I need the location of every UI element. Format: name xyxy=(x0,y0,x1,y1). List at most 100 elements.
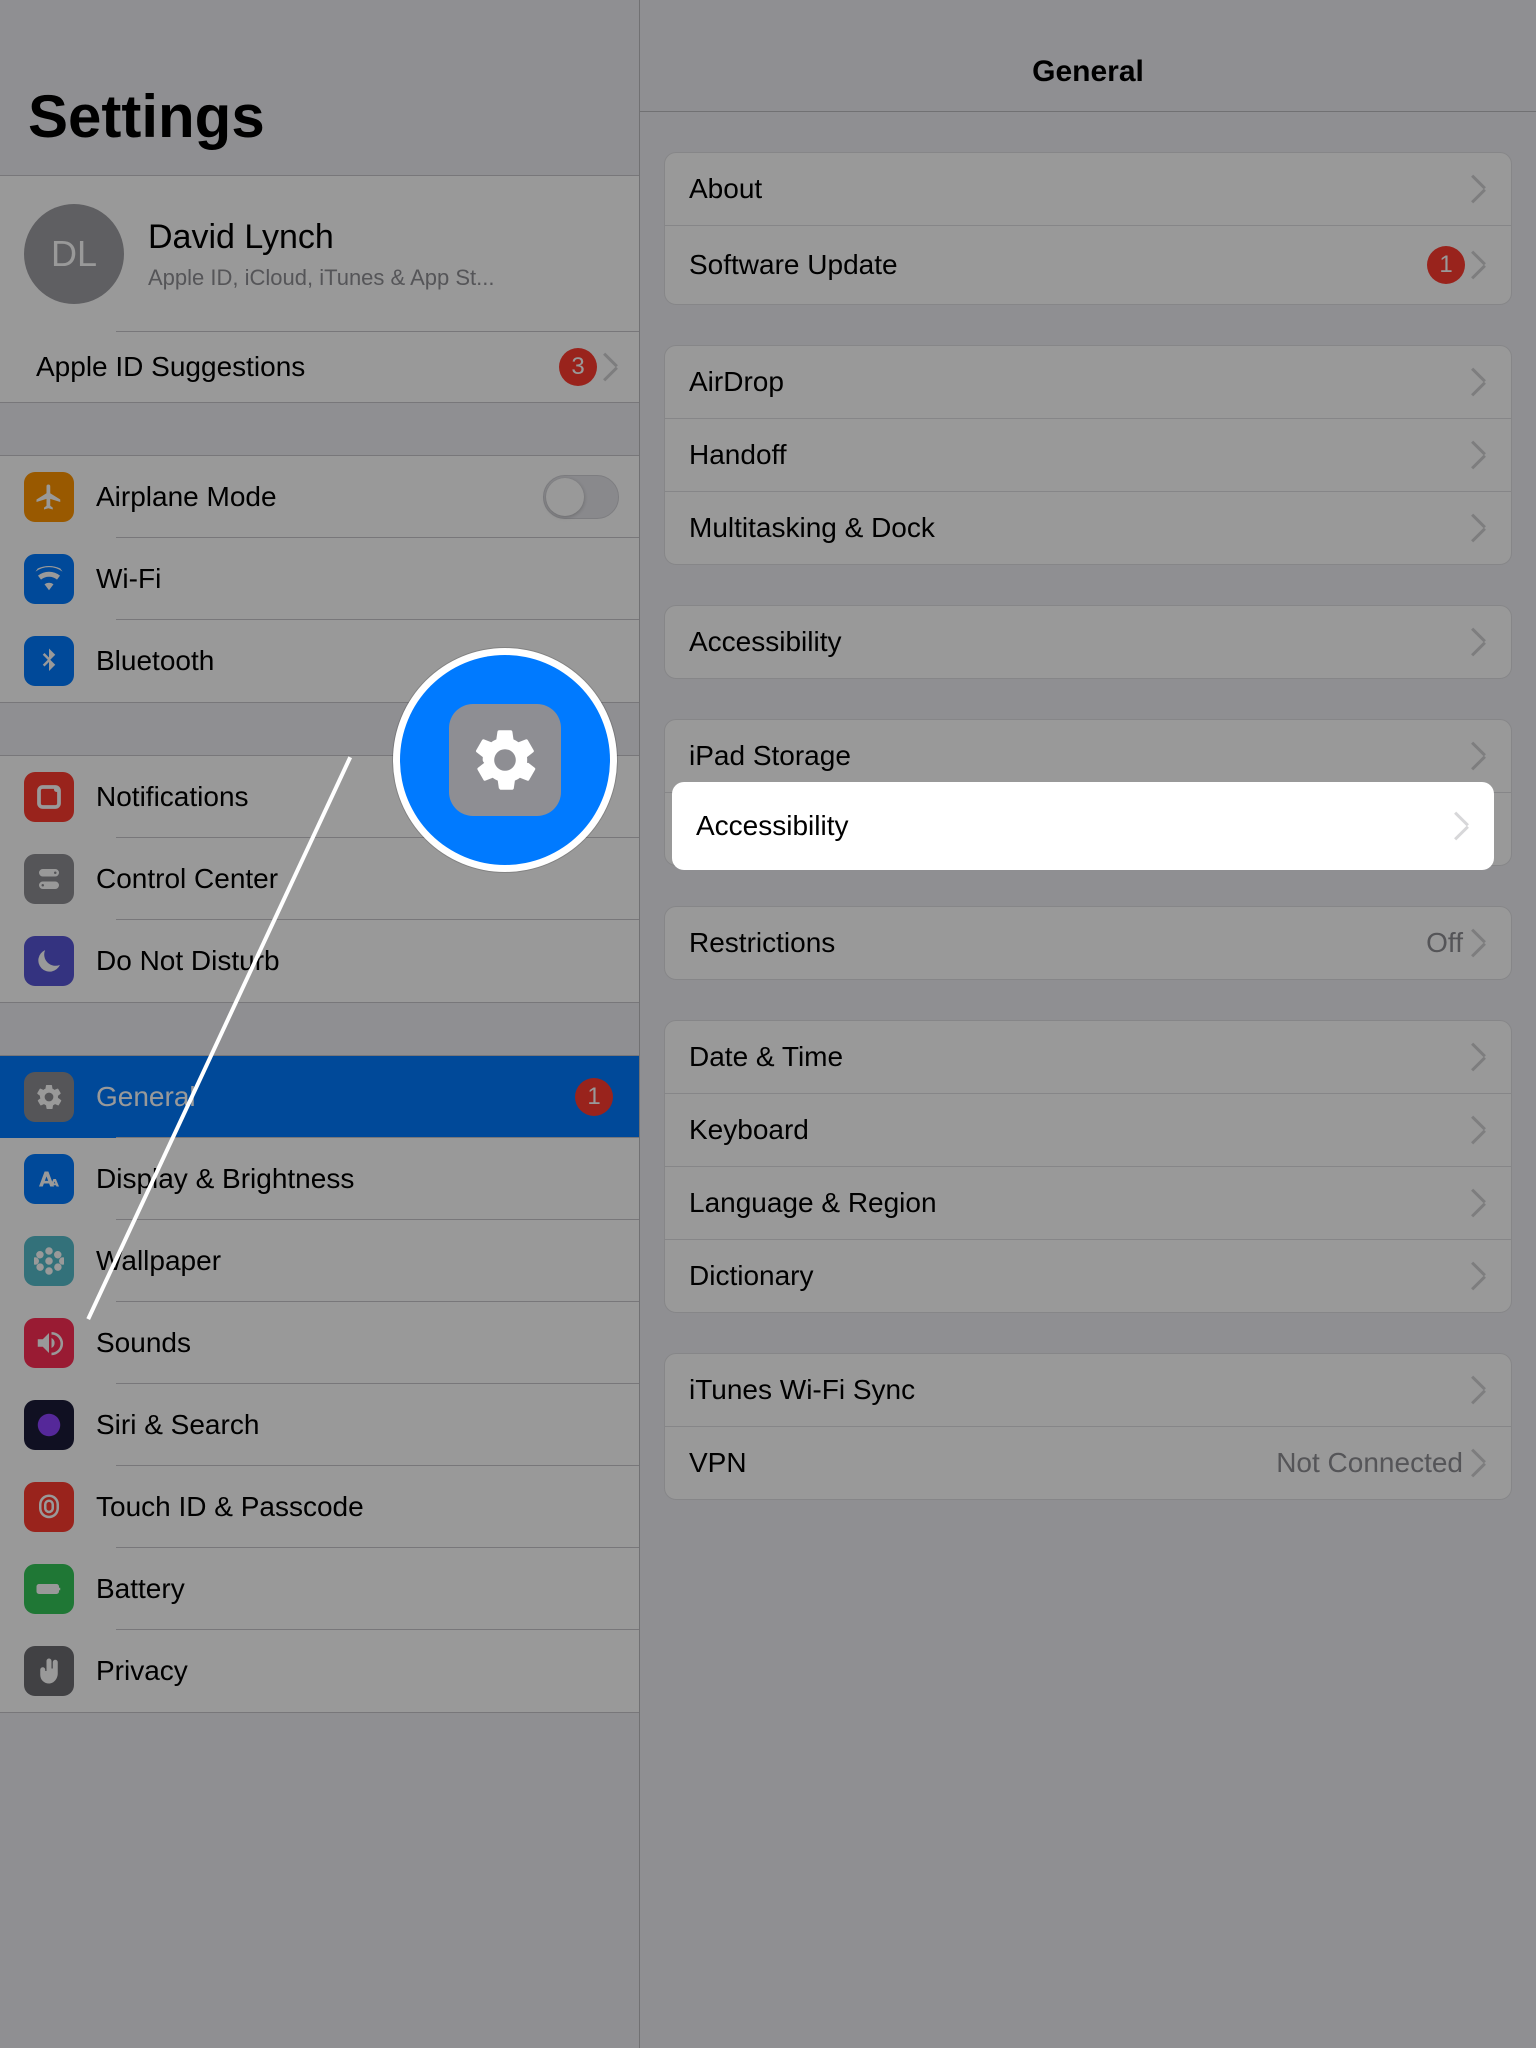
row-label: Siri & Search xyxy=(96,1409,619,1441)
row-value: Off xyxy=(1426,927,1463,959)
row-label: VPN xyxy=(689,1447,1276,1479)
detail-row[interactable]: Software Update1 xyxy=(665,225,1511,304)
profile-subtitle: Apple ID, iCloud, iTunes & App St... xyxy=(148,265,494,291)
airplane-mode-row[interactable]: Airplane Mode xyxy=(0,456,639,538)
detail-row[interactable]: Language & Region xyxy=(665,1166,1511,1239)
row-label: Language & Region xyxy=(689,1187,1471,1219)
apple-id-suggestions-row[interactable]: Apple ID Suggestions 3 xyxy=(0,332,639,402)
chevron-right-icon xyxy=(603,353,619,381)
row-label: Apple ID Suggestions xyxy=(36,351,559,383)
detail-row[interactable]: RestrictionsOff xyxy=(665,907,1511,979)
detail-row[interactable]: Multitasking & Dock xyxy=(665,491,1511,564)
profile-name: David Lynch xyxy=(148,218,494,257)
siri-row[interactable]: Siri & Search xyxy=(0,1384,639,1466)
detail-section: Accessibility xyxy=(664,605,1512,679)
general-row[interactable]: General 1 xyxy=(0,1056,639,1138)
dnd-row[interactable]: Do Not Disturb xyxy=(0,920,639,1002)
row-label: About xyxy=(689,173,1471,205)
badge: 1 xyxy=(575,1078,613,1116)
detail-row[interactable]: Accessibility xyxy=(665,606,1511,678)
display-icon xyxy=(24,1154,74,1204)
row-label: Do Not Disturb xyxy=(96,945,619,977)
profile-section: DL David Lynch Apple ID, iCloud, iTunes … xyxy=(0,175,639,403)
chevron-right-icon xyxy=(1471,742,1487,770)
airplane-icon xyxy=(24,472,74,522)
chevron-right-icon xyxy=(1471,1262,1487,1290)
row-label: Touch ID & Passcode xyxy=(96,1491,619,1523)
row-label: Keyboard xyxy=(689,1114,1471,1146)
sounds-icon xyxy=(24,1318,74,1368)
detail-pane: General AboutSoftware Update1AirDropHand… xyxy=(640,0,1536,2048)
airplane-toggle[interactable] xyxy=(543,475,619,519)
siri-icon xyxy=(24,1400,74,1450)
chevron-right-icon xyxy=(1471,1189,1487,1217)
detail-row[interactable]: About xyxy=(665,153,1511,225)
touchid-row[interactable]: Touch ID & Passcode xyxy=(0,1466,639,1548)
chevron-right-icon xyxy=(1471,368,1487,396)
chevron-right-icon xyxy=(1471,514,1487,542)
gear-icon xyxy=(449,704,561,816)
chevron-right-icon xyxy=(1471,628,1487,656)
detail-section: Date & Time Keyboard Language & Region Dict… xyxy=(664,1020,1512,1313)
notifications-icon xyxy=(24,772,74,822)
status-bar xyxy=(0,0,639,32)
battery-icon xyxy=(24,1564,74,1614)
row-label: Date & Time xyxy=(689,1041,1471,1073)
wallpaper-row[interactable]: Wallpaper xyxy=(0,1220,639,1302)
row-label: Battery xyxy=(96,1573,619,1605)
chevron-right-icon xyxy=(1471,1116,1487,1144)
chevron-right-icon xyxy=(1471,1376,1487,1404)
row-label: iTunes Wi-Fi Sync xyxy=(689,1374,1471,1406)
control-center-icon xyxy=(24,854,74,904)
chevron-right-icon xyxy=(1471,1043,1487,1071)
detail-row[interactable]: VPNNot Connected xyxy=(665,1426,1511,1499)
row-label: AirDrop xyxy=(689,366,1471,398)
display-row[interactable]: Display & Brightness xyxy=(0,1138,639,1220)
chevron-right-icon xyxy=(1471,175,1487,203)
row-label: Wallpaper xyxy=(96,1245,619,1277)
page-title: Settings xyxy=(0,32,639,175)
moon-icon xyxy=(24,936,74,986)
gear-icon xyxy=(24,1072,74,1122)
avatar: DL xyxy=(24,204,124,304)
detail-section: About Software Update1 xyxy=(664,152,1512,305)
privacy-row[interactable]: Privacy xyxy=(0,1630,639,1712)
chevron-right-icon xyxy=(1471,251,1487,279)
badge: 1 xyxy=(1427,246,1465,284)
wifi-row[interactable]: Wi-Fi xyxy=(0,538,639,620)
detail-row[interactable]: Dictionary xyxy=(665,1239,1511,1312)
profile-row[interactable]: DL David Lynch Apple ID, iCloud, iTunes … xyxy=(0,176,639,332)
chevron-right-icon xyxy=(1471,929,1487,957)
chevron-right-icon xyxy=(1471,1449,1487,1477)
accessibility-highlight[interactable]: Accessibility xyxy=(672,782,1494,870)
detail-section: iTunes Wi-Fi Sync VPNNot Connected xyxy=(664,1353,1512,1500)
detail-row[interactable]: Keyboard xyxy=(665,1093,1511,1166)
detail-row[interactable]: iTunes Wi-Fi Sync xyxy=(665,1354,1511,1426)
chevron-right-icon xyxy=(1454,812,1470,840)
row-label: Airplane Mode xyxy=(96,481,543,513)
row-label: General xyxy=(96,1081,575,1113)
row-label: Wi-Fi xyxy=(96,563,619,595)
settings-sidebar: Settings DL David Lynch Apple ID, iCloud… xyxy=(0,0,640,2048)
row-value: Not Connected xyxy=(1276,1447,1463,1479)
row-label: Accessibility xyxy=(689,626,1471,658)
badge: 3 xyxy=(559,348,597,386)
row-label: Display & Brightness xyxy=(96,1163,619,1195)
detail-row[interactable]: Date & Time xyxy=(665,1021,1511,1093)
row-label: Accessibility xyxy=(696,810,1454,842)
fingerprint-icon xyxy=(24,1482,74,1532)
detail-row[interactable]: AirDrop xyxy=(665,346,1511,418)
row-label: Control Center xyxy=(96,863,619,895)
row-label: Privacy xyxy=(96,1655,619,1687)
row-label: Software Update xyxy=(689,249,1427,281)
detail-section: AirDrop Handoff Multitasking & Dock xyxy=(664,345,1512,565)
detail-section: RestrictionsOff xyxy=(664,906,1512,980)
detail-row[interactable]: Handoff xyxy=(665,418,1511,491)
battery-row[interactable]: Battery xyxy=(0,1548,639,1630)
main-section: General 1 Display & Brightness Wallpaper… xyxy=(0,1055,639,1713)
row-label: Multitasking & Dock xyxy=(689,512,1471,544)
sounds-row[interactable]: Sounds xyxy=(0,1302,639,1384)
hand-icon xyxy=(24,1646,74,1696)
bluetooth-icon xyxy=(24,636,74,686)
row-label: Handoff xyxy=(689,439,1471,471)
